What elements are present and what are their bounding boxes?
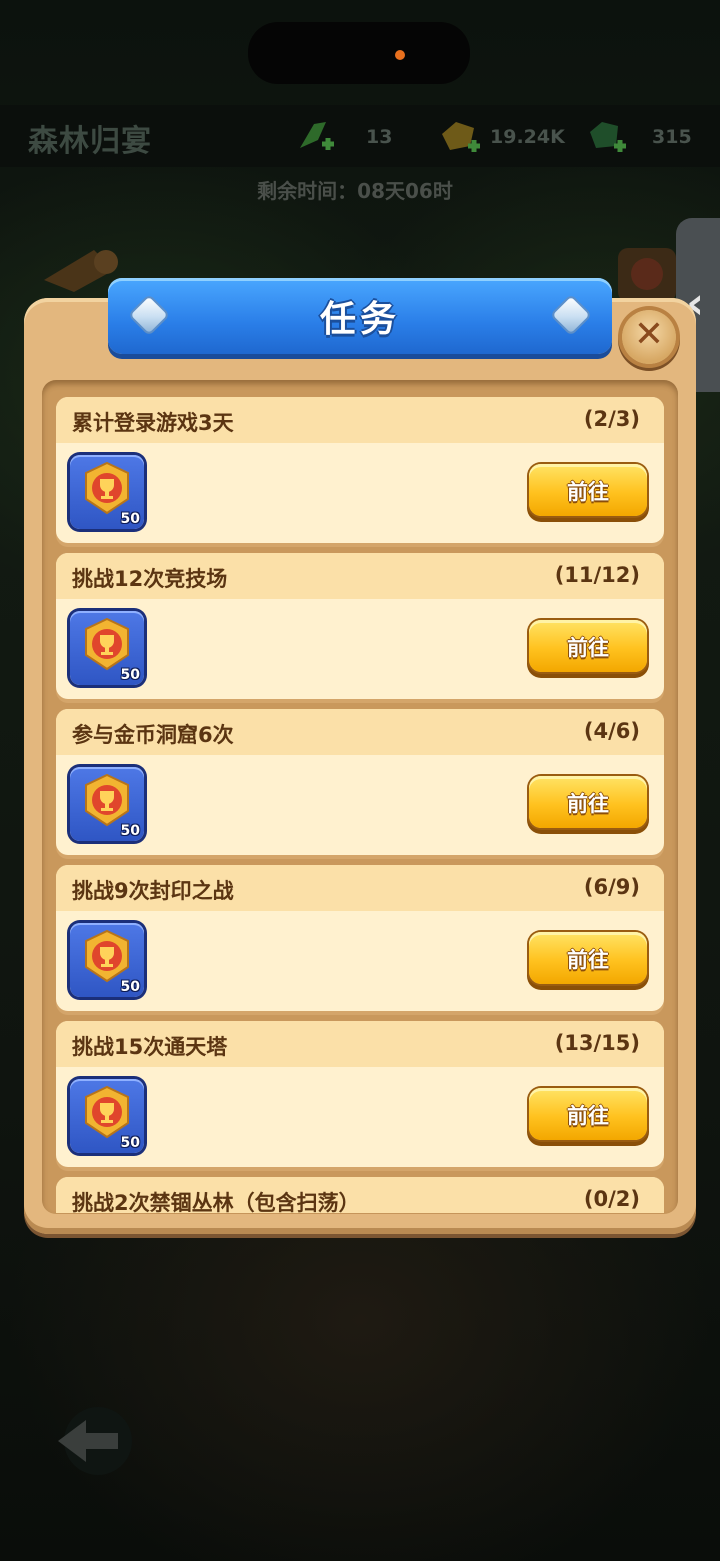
resource-coin-value: 19.24K xyxy=(490,126,565,148)
task-item: 挑战15次通天塔 (13/15) 50 前往 xyxy=(56,1021,664,1167)
go-button-label: 前往 xyxy=(567,792,609,816)
task-name: 累计登录游戏3天 xyxy=(72,411,234,435)
resource-gem-value: 315 xyxy=(652,126,692,148)
close-icon: ✕ xyxy=(633,314,665,355)
go-button-label: 前往 xyxy=(567,636,609,660)
task-progress: (6/9) xyxy=(583,875,640,899)
trophy-badge-icon xyxy=(85,929,129,983)
trophy-badge-icon xyxy=(85,773,129,827)
task-name: 挑战2次禁锢丛林（包含扫荡） xyxy=(72,1191,360,1213)
green-leaf-icon xyxy=(300,122,334,150)
go-button[interactable]: 前往 xyxy=(529,1088,647,1140)
reward-amount: 50 xyxy=(120,1135,140,1151)
green-gem-icon xyxy=(590,122,626,152)
go-button-label: 前往 xyxy=(567,480,609,504)
event-title: 森林归宴 xyxy=(28,124,152,159)
task-item: 挑战12次竞技场 (11/12) 50 前往 xyxy=(56,553,664,699)
task-header: 挑战15次通天塔 (13/15) xyxy=(56,1021,664,1067)
reward-item[interactable]: 50 xyxy=(70,455,144,529)
task-name: 挑战15次通天塔 xyxy=(72,1035,228,1059)
go-button[interactable]: 前往 xyxy=(529,932,647,984)
task-header: 挑战2次禁锢丛林（包含扫荡） (0/2) xyxy=(56,1177,664,1213)
dialog-title: 任务 xyxy=(319,299,400,340)
task-progress: (2/3) xyxy=(583,407,640,431)
go-button[interactable]: 前往 xyxy=(529,464,647,516)
go-button[interactable]: 前往 xyxy=(529,620,647,672)
task-progress: (4/6) xyxy=(583,719,640,743)
trophy-badge-icon xyxy=(85,461,129,515)
back-arrow-icon[interactable] xyxy=(50,1406,146,1476)
reward-item[interactable]: 50 xyxy=(70,1079,144,1153)
camera-indicator xyxy=(395,50,405,60)
task-item: 参与金币洞窟6次 (4/6) 50 前往 xyxy=(56,709,664,855)
go-button-label: 前往 xyxy=(567,1104,609,1128)
task-progress: (0/2) xyxy=(583,1187,640,1211)
task-header: 挑战9次封印之战 (6/9) xyxy=(56,865,664,911)
gold-coin-icon xyxy=(442,122,480,152)
dialog-title-banner: 任务 xyxy=(108,278,612,354)
task-header: 挑战12次竞技场 (11/12) xyxy=(56,553,664,599)
reward-amount: 50 xyxy=(120,979,140,995)
go-button-label: 前往 xyxy=(567,948,609,972)
reward-item[interactable]: 50 xyxy=(70,611,144,685)
remaining-time: 剩余时间：08天06时 xyxy=(257,179,453,203)
go-button[interactable]: 前往 xyxy=(529,776,647,828)
task-header: 累计登录游戏3天 (2/3) xyxy=(56,397,664,443)
trophy-badge-icon xyxy=(85,1085,129,1139)
reward-item[interactable]: 50 xyxy=(70,767,144,841)
task-item: 累计登录游戏3天 (2/3) 50 前往 xyxy=(56,397,664,543)
task-name: 挑战12次竞技场 xyxy=(72,567,228,591)
reward-amount: 50 xyxy=(120,511,140,527)
task-name: 挑战9次封印之战 xyxy=(72,879,234,903)
reward-item[interactable]: 50 xyxy=(70,923,144,997)
task-name: 参与金币洞窟6次 xyxy=(72,723,234,747)
reward-amount: 50 xyxy=(120,823,140,839)
task-item: 挑战9次封印之战 (6/9) 50 前往 xyxy=(56,865,664,1011)
task-item: 挑战2次禁锢丛林（包含扫荡） (0/2) xyxy=(56,1177,664,1213)
reward-amount: 50 xyxy=(120,667,140,683)
resource-leaf-value: 13 xyxy=(366,126,393,148)
task-progress: (13/15) xyxy=(554,1031,640,1055)
task-progress: (11/12) xyxy=(554,563,640,587)
task-header: 参与金币洞窟6次 (4/6) xyxy=(56,709,664,755)
close-button[interactable]: ✕ xyxy=(622,310,676,364)
camera-notch xyxy=(248,22,470,84)
trophy-badge-icon xyxy=(85,617,129,671)
